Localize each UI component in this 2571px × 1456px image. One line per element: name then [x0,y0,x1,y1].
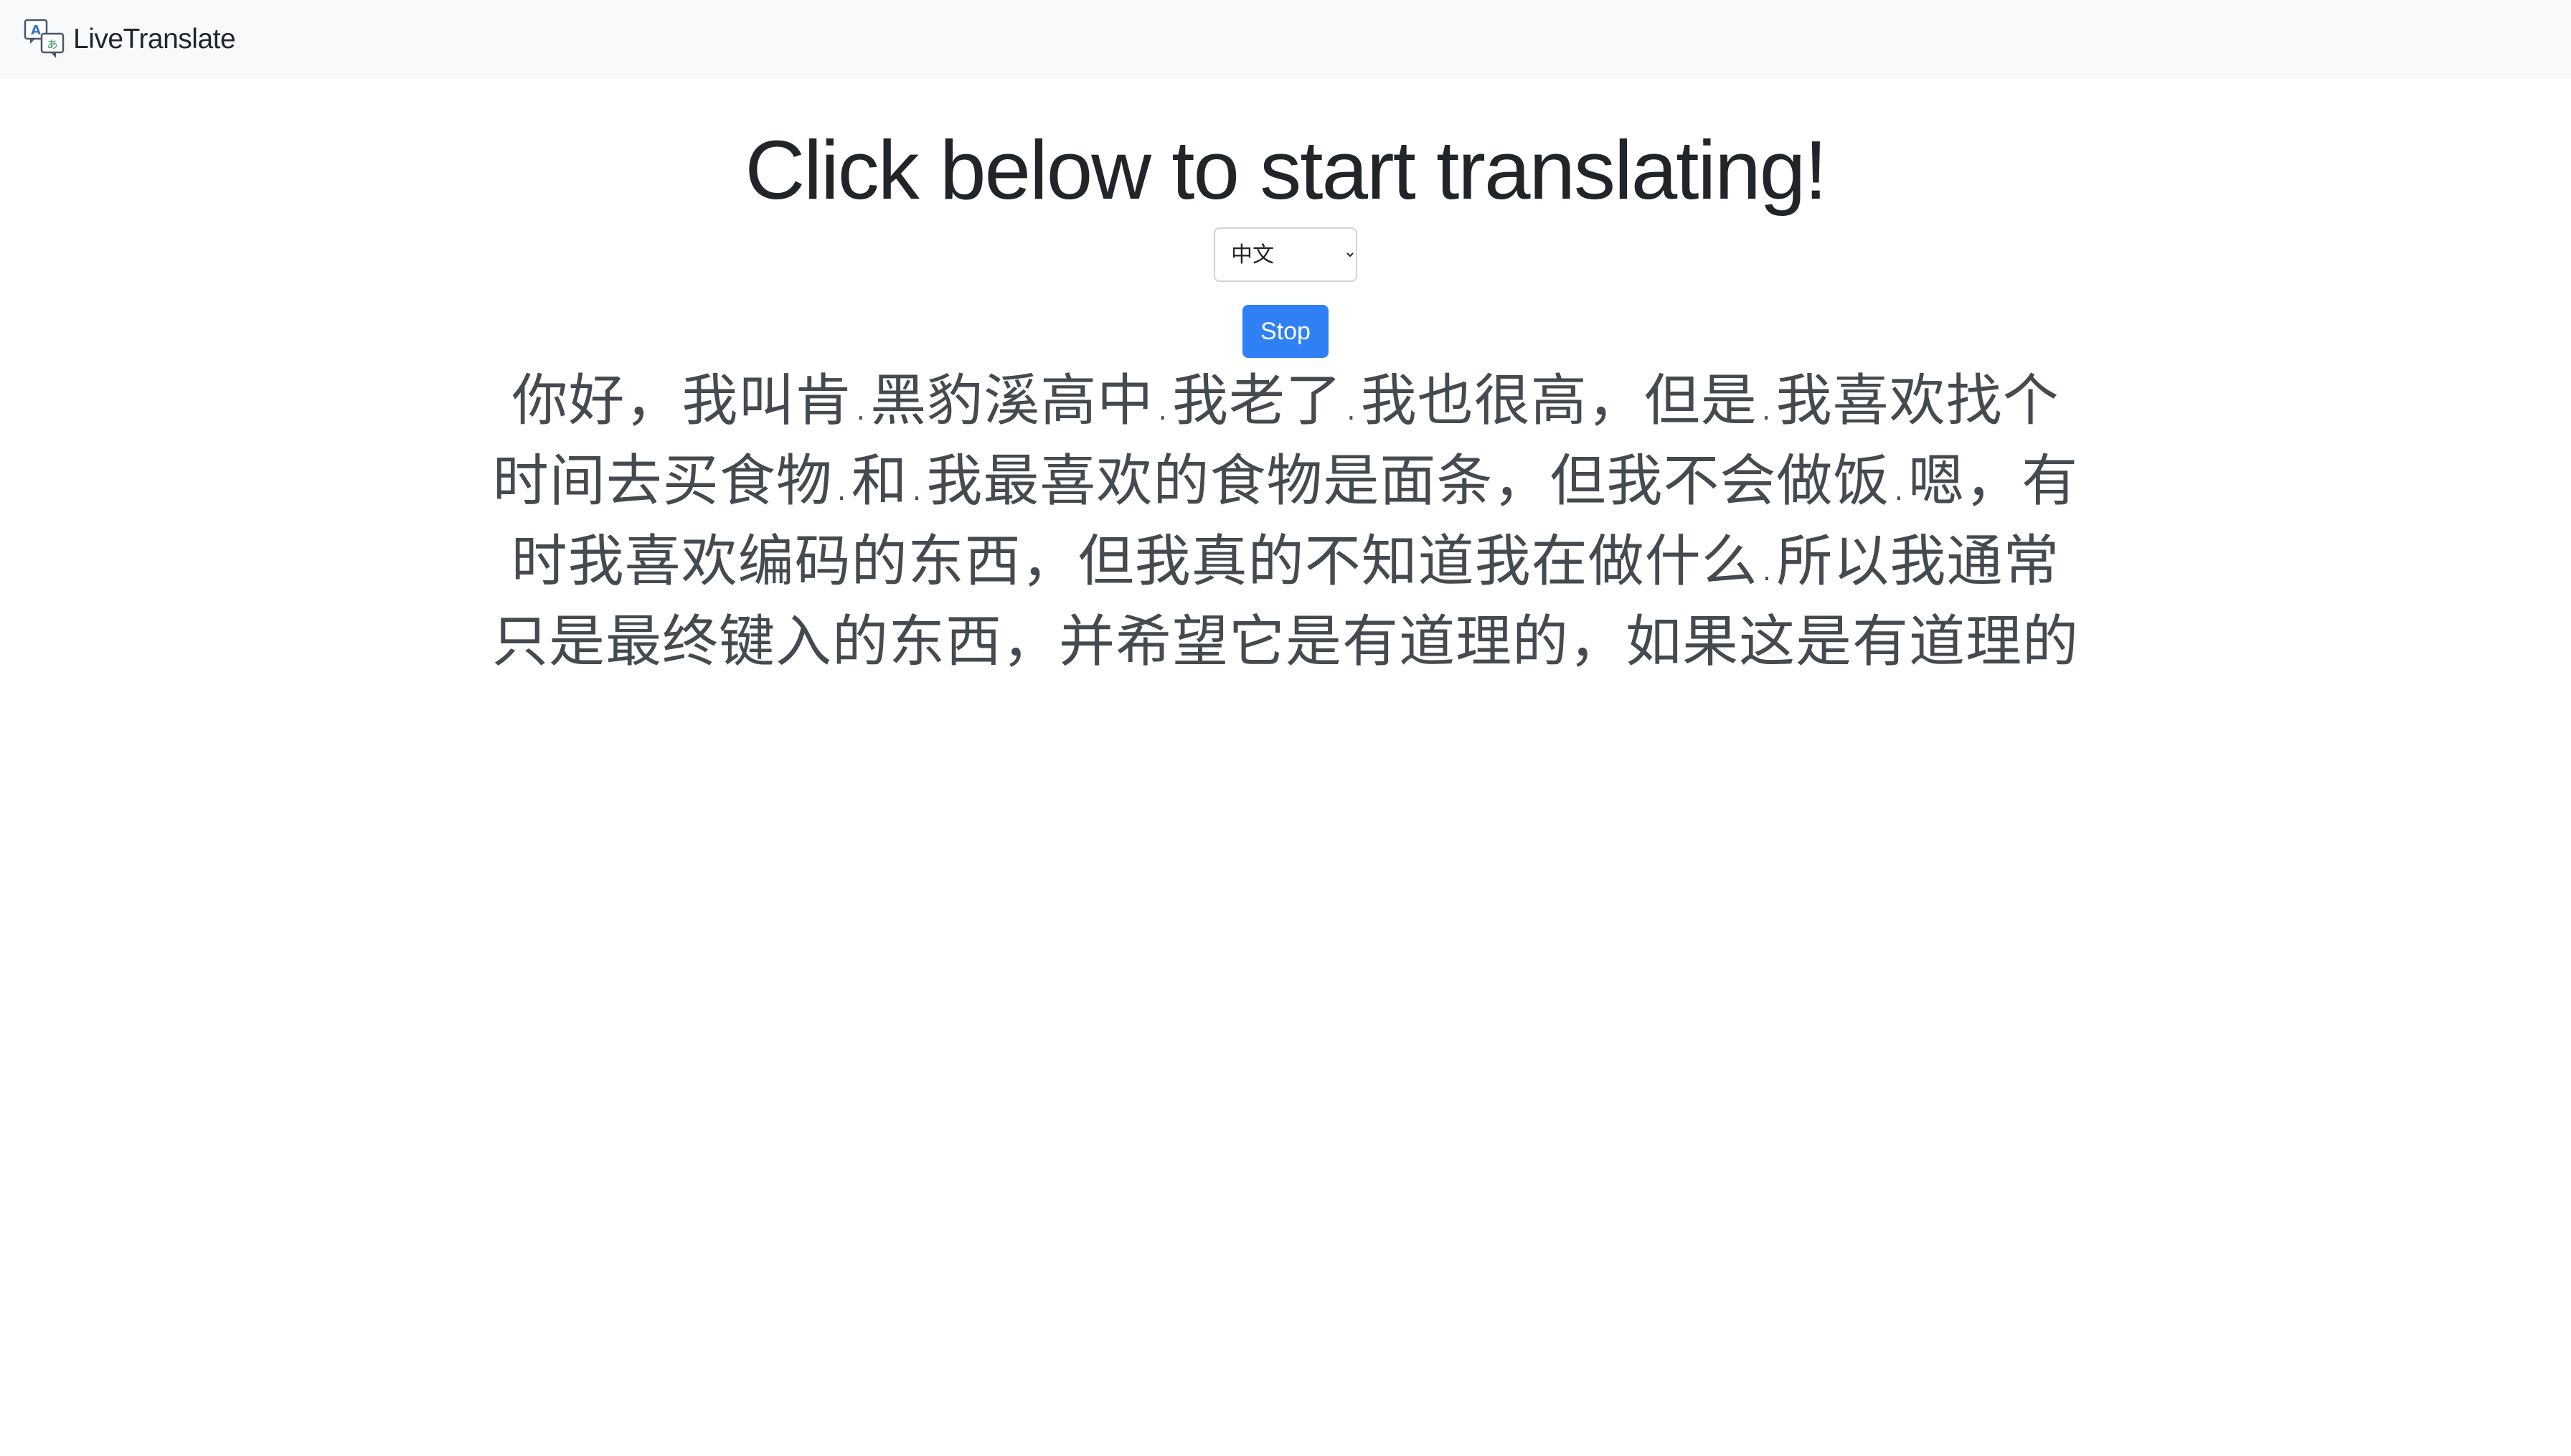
stop-button[interactable]: Stop [1242,305,1329,359]
language-select[interactable]: 中文 [1214,227,1357,283]
navbar: A あ LiveTranslate [0,0,2571,79]
translate-icon: A あ [23,18,66,61]
page-title: Click below to start translating! [745,123,1827,217]
brand-name: LiveTranslate [73,24,236,55]
translation-output: 你好，我叫肯.黑豹溪高中.我老了.我也很高，但是.我喜欢找个时间去买食物.和.我… [491,369,2079,675]
svg-text:あ: あ [47,38,57,51]
brand-link[interactable]: A あ LiveTranslate [23,18,236,61]
svg-text:A: A [31,23,41,38]
main-content: Click below to start translating! 中文 Sto… [0,79,2571,682]
